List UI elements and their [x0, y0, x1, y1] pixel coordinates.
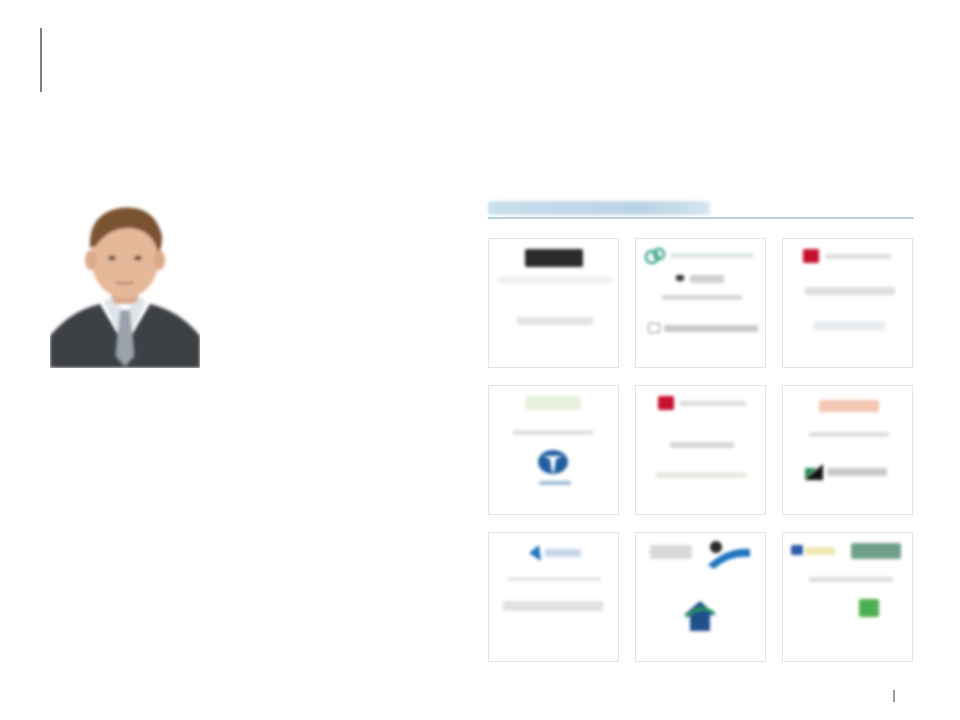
card-text	[525, 396, 581, 410]
card-text	[507, 577, 601, 581]
card-text	[809, 432, 889, 437]
company-logo-blue-shield	[529, 545, 581, 561]
deal-card[interactable]	[488, 532, 619, 662]
company-logo-gray-mark	[650, 545, 692, 559]
card-text	[813, 321, 885, 331]
company-logo-diagonal-mark	[805, 464, 823, 480]
card-text	[497, 277, 612, 283]
card-text	[670, 442, 734, 448]
card-text	[539, 481, 571, 485]
card-text	[809, 577, 893, 582]
deal-card[interactable]	[488, 238, 619, 368]
card-text	[664, 325, 758, 332]
company-logo-orange-wordmark	[819, 400, 879, 412]
card-text	[805, 547, 835, 555]
deal-card[interactable]	[635, 532, 766, 662]
section-title	[488, 201, 710, 215]
footer-page-marker	[893, 690, 895, 702]
card-text	[656, 472, 746, 478]
company-logo-tata	[538, 450, 568, 474]
card-text	[513, 430, 593, 435]
section-header	[488, 201, 914, 221]
card-text	[827, 468, 887, 476]
card-text	[662, 295, 742, 300]
company-logo-green-circles	[644, 247, 666, 265]
company-logo-dark-block	[525, 249, 583, 267]
company-logo-outline-mark	[648, 323, 660, 333]
portrait-illustration	[50, 207, 200, 368]
card-text	[805, 287, 895, 295]
deal-card[interactable]	[635, 238, 766, 368]
company-logo-green-block	[851, 543, 901, 559]
accent-bar	[40, 28, 42, 92]
section-rule	[488, 217, 914, 219]
card-text	[517, 317, 593, 325]
deal-card[interactable]	[635, 385, 766, 515]
card-text	[690, 275, 724, 283]
card-text	[670, 253, 754, 258]
deal-card-grid	[488, 238, 914, 664]
deal-card[interactable]	[782, 532, 913, 662]
card-text	[825, 254, 891, 259]
company-logo-blue-swoosh	[708, 541, 750, 569]
card-text	[503, 601, 603, 611]
company-logo-small-flag	[791, 545, 803, 555]
company-logo-green-square	[859, 599, 879, 617]
portrait-photo	[50, 196, 200, 368]
company-logo-red-crest-2	[658, 396, 674, 410]
deal-card[interactable]	[782, 385, 913, 515]
deal-card[interactable]	[488, 385, 619, 515]
company-logo-red-crest	[803, 249, 819, 263]
card-text	[680, 401, 746, 406]
company-logo-house	[684, 601, 716, 631]
company-logo-small-mark	[676, 275, 684, 281]
deal-card[interactable]	[782, 238, 913, 368]
